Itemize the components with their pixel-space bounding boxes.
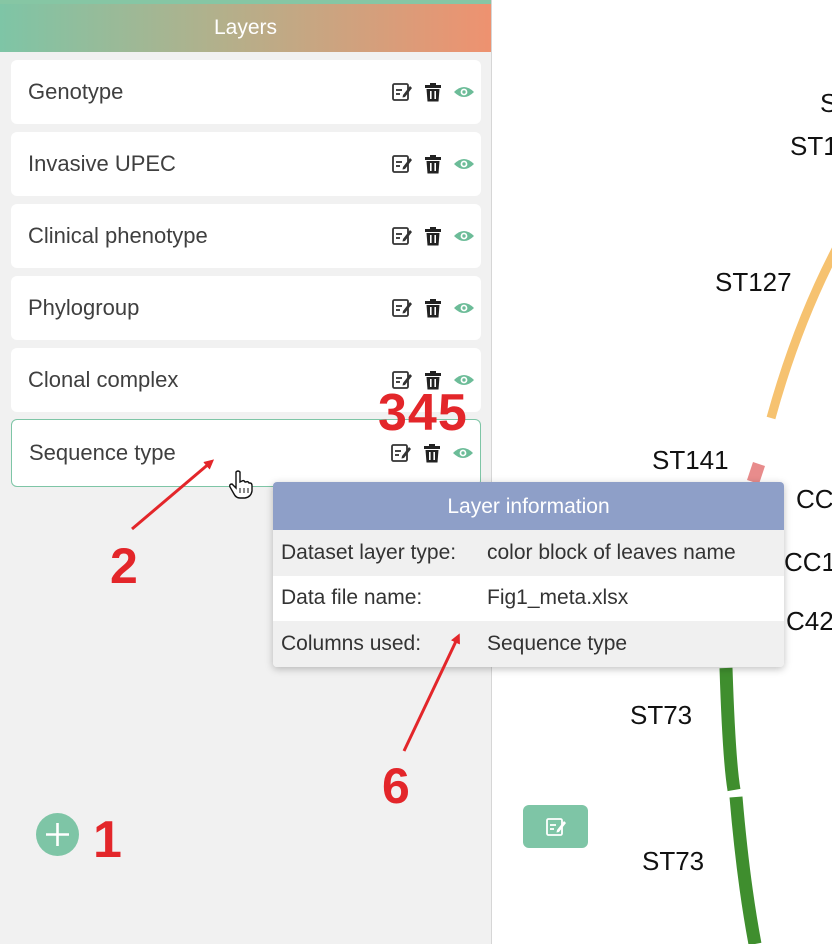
tree-leaf-label: ST141	[652, 445, 729, 475]
layer-item-label: Invasive UPEC	[28, 151, 176, 176]
trash-icon[interactable]	[421, 442, 443, 464]
layer-item-label: Genotype	[28, 79, 124, 104]
trash-icon[interactable]	[422, 297, 444, 319]
edit-icon[interactable]	[391, 225, 413, 247]
trash-icon[interactable]	[422, 153, 444, 175]
header-top-line	[0, 0, 491, 4]
info-value: Sequence type	[487, 631, 628, 655]
tooltip-title: Layer information	[273, 482, 784, 530]
tree-leaf-label: CC	[796, 484, 832, 514]
tree-leaf-label: ST127	[715, 267, 792, 297]
add-layer-button[interactable]	[36, 813, 79, 856]
layer-info-tooltip: Layer information Dataset layer type: co…	[273, 482, 784, 667]
layers-panel-title: Layers	[213, 16, 278, 39]
info-row-data-file-name: Data file name: Fig1_meta.xlsx	[273, 576, 784, 622]
layer-item-clinical-phenotype[interactable]: Clinical phenotype	[11, 204, 481, 268]
edit-icon[interactable]	[391, 81, 413, 103]
info-key: Data file name:	[281, 586, 423, 610]
hand-pointer-icon	[229, 470, 253, 499]
info-key: Columns used:	[281, 631, 422, 655]
info-value: color block of leaves name	[487, 540, 736, 564]
layer-item-invasive-upec[interactable]: Invasive UPEC	[11, 132, 481, 196]
edit-icon[interactable]	[391, 153, 413, 175]
tree-leaf-label: ST73	[630, 700, 693, 730]
tree-leaf-label: S	[820, 88, 832, 118]
info-value: Fig1_meta.xlsx	[487, 586, 629, 610]
layers-panel-header: Layers	[0, 0, 491, 52]
layer-item-label: Phylogroup	[28, 295, 140, 320]
layer-item-genotype[interactable]: Genotype	[11, 60, 481, 124]
layer-item-label: Clinical phenotype	[28, 223, 208, 248]
layer-item-label: Clonal complex	[28, 367, 179, 392]
info-row-dataset-layer-type: Dataset layer type: color block of leave…	[273, 530, 784, 576]
annotation-2: 2	[110, 538, 138, 594]
layer-item-actions	[391, 276, 475, 340]
st73-color-band	[729, 796, 762, 944]
annotation-345: 345	[378, 384, 468, 442]
tree-leaf-label: ST1	[790, 131, 832, 161]
eye-icon[interactable]	[452, 442, 474, 464]
edit-tree-button[interactable]	[523, 805, 588, 848]
layer-item-actions	[391, 132, 475, 196]
tree-leaf-label: ST73	[642, 846, 705, 876]
trash-icon[interactable]	[422, 225, 444, 247]
st141-color-band	[747, 462, 765, 484]
info-row-columns-used: Columns used: Sequence type	[273, 621, 784, 667]
eye-icon[interactable]	[453, 225, 475, 247]
plus-icon	[46, 823, 69, 846]
tree-leaf-label: CC1	[784, 547, 832, 577]
layer-item-label: Sequence type	[29, 440, 176, 465]
layer-item-actions	[391, 60, 475, 124]
layer-item-actions	[391, 204, 475, 268]
info-key: Dataset layer type:	[281, 540, 457, 564]
edit-icon	[545, 817, 566, 836]
eye-icon[interactable]	[453, 153, 475, 175]
eye-icon[interactable]	[453, 81, 475, 103]
st73-color-band	[719, 667, 741, 792]
tree-leaf-label: C42	[786, 606, 832, 636]
eye-icon[interactable]	[453, 297, 475, 319]
trash-icon[interactable]	[422, 81, 444, 103]
annotation-6: 6	[382, 758, 410, 814]
annotation-1: 1	[93, 811, 122, 869]
layer-item-phylogroup[interactable]: Phylogroup	[11, 276, 481, 340]
edit-icon[interactable]	[390, 442, 412, 464]
edit-icon[interactable]	[391, 297, 413, 319]
